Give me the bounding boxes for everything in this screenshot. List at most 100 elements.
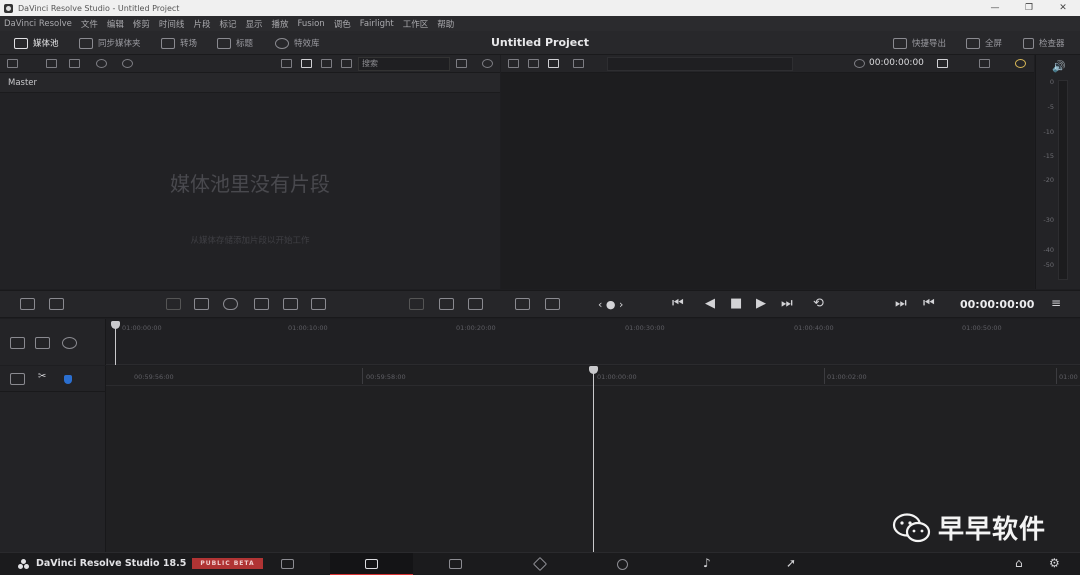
color-page-icon[interactable] xyxy=(617,559,628,570)
menu-color[interactable]: 调色 xyxy=(334,18,351,30)
menu-fusion[interactable]: Fusion xyxy=(298,19,325,29)
minimize-button[interactable]: — xyxy=(978,0,1012,16)
close-button[interactable]: ✕ xyxy=(1046,0,1080,16)
color-picker-icon[interactable] xyxy=(1015,59,1026,68)
edit-page-icon[interactable] xyxy=(449,559,462,569)
menu-timeline[interactable]: 时间线 xyxy=(159,18,185,30)
sidebar-toggle-icon[interactable] xyxy=(7,59,18,68)
stop-icon[interactable]: ■ xyxy=(730,296,742,311)
media-pool-area[interactable]: 媒体池里没有片段 从媒体存储添加片段以开始工作 xyxy=(0,93,500,289)
gallery-icon[interactable] xyxy=(468,298,483,310)
menu-edit[interactable]: 编辑 xyxy=(107,18,124,30)
quick-export-button[interactable]: 快捷导出 xyxy=(893,35,946,51)
bin-master[interactable]: Master xyxy=(0,73,500,93)
menu-view[interactable]: 显示 xyxy=(245,18,262,30)
color-wheel-icon[interactable] xyxy=(937,59,948,68)
menu-mark[interactable]: 标记 xyxy=(219,18,236,30)
list-view-icon[interactable] xyxy=(341,59,352,68)
video-viewer[interactable] xyxy=(501,73,1034,289)
sort-icon[interactable] xyxy=(456,59,467,68)
empty-pool-hint: 从媒体存储添加片段以开始工作 xyxy=(190,236,310,246)
jog-icon[interactable]: ‹ ● › xyxy=(598,298,623,311)
menu-file[interactable]: 文件 xyxy=(81,18,98,30)
camera-icon[interactable] xyxy=(10,373,25,385)
audio-meters: 🔊 0 -5 -10 -15 -20 -30 -40 -50 xyxy=(1035,55,1080,289)
edit-append-icon[interactable] xyxy=(311,298,326,310)
refresh-icon[interactable] xyxy=(96,59,107,68)
audio-meter-bar xyxy=(1058,80,1068,280)
link-icon[interactable] xyxy=(122,59,133,68)
safe-area-icon[interactable] xyxy=(573,59,584,68)
maximize-button[interactable]: ❐ xyxy=(1012,0,1046,16)
transport-timecode: 00:00:00:00 xyxy=(960,298,1035,311)
dual-view-icon[interactable] xyxy=(548,59,559,68)
thumbnail-view-icon[interactable] xyxy=(281,59,292,68)
deliver-page-icon[interactable]: ➚ xyxy=(786,556,796,570)
play-icon[interactable]: ▶ xyxy=(756,296,766,311)
new-timeline-icon[interactable] xyxy=(69,59,80,68)
next-edit-icon[interactable]: ⏭ xyxy=(895,296,907,311)
edit-top-icon[interactable] xyxy=(283,298,298,310)
overwrite-icon[interactable] xyxy=(49,298,64,310)
fusion-page-icon[interactable] xyxy=(532,556,548,572)
menu-trim[interactable]: 修剪 xyxy=(133,18,150,30)
play-through-icon[interactable] xyxy=(515,298,530,310)
inspector-button[interactable]: 检查器 xyxy=(1023,35,1065,51)
edit-replace-icon[interactable] xyxy=(223,298,238,310)
reverse-play-icon[interactable]: ◀ xyxy=(705,296,715,311)
skip-end-icon[interactable]: ⏭ xyxy=(781,296,793,311)
settings-sliders-icon[interactable] xyxy=(545,298,560,310)
fullscreen-button[interactable]: 全屏 xyxy=(966,35,1002,51)
upper-playhead[interactable] xyxy=(115,327,116,365)
wechat-icon xyxy=(892,512,931,542)
edit-fit-icon[interactable] xyxy=(254,298,269,310)
main-playhead[interactable] xyxy=(593,372,594,552)
loop-icon[interactable]: ⟲ xyxy=(813,296,824,311)
window-title-bar: DaVinci Resolve Studio - Untitled Projec… xyxy=(0,0,1080,16)
meter-label: -10 xyxy=(1043,128,1054,136)
viewer-timecode: 00:00:00:00 xyxy=(869,58,924,68)
audio-options-icon[interactable] xyxy=(35,337,50,349)
new-bin-icon[interactable] xyxy=(46,59,57,68)
menu-workspace[interactable]: 工作区 xyxy=(403,18,429,30)
match-frame-icon[interactable] xyxy=(409,298,424,310)
menu-help[interactable]: 帮助 xyxy=(437,18,454,30)
upper-timeline-ruler[interactable]: 01:00:00:00 01:00:10:00 01:00:20:00 01:0… xyxy=(106,319,1080,365)
menu-icon[interactable]: ≡ xyxy=(1051,296,1061,310)
insert-icon[interactable] xyxy=(20,298,35,310)
ruler-tick-label: 01:00:50:00 xyxy=(962,324,1002,332)
menu-clip[interactable]: 片段 xyxy=(193,18,210,30)
zoom-options-icon[interactable] xyxy=(62,337,77,349)
home-icon[interactable]: ⌂ xyxy=(1015,556,1023,570)
menu-bar: DaVinci Resolve 文件 编辑 修剪 时间线 片段 标记 显示 播放… xyxy=(0,16,1080,31)
image-icon[interactable] xyxy=(439,298,454,310)
timeline-view-icon[interactable] xyxy=(528,59,539,68)
source-view-icon[interactable] xyxy=(508,59,519,68)
speaker-icon[interactable]: 🔊 xyxy=(1052,60,1066,73)
app-icon xyxy=(4,3,13,13)
menu-fairlight[interactable]: Fairlight xyxy=(360,19,394,29)
skip-start-icon[interactable]: ⏮ xyxy=(672,296,684,311)
scissors-icon[interactable]: ✂ xyxy=(38,371,46,382)
cut-page-tab[interactable] xyxy=(330,553,413,575)
media-page-icon[interactable] xyxy=(281,559,294,569)
menu-davinci[interactable]: DaVinci Resolve xyxy=(4,19,72,29)
menu-playback[interactable]: 播放 xyxy=(271,18,288,30)
shield-icon[interactable] xyxy=(64,375,72,384)
grid-view-icon[interactable] xyxy=(301,59,312,68)
options-icon[interactable] xyxy=(482,59,493,68)
gear-icon[interactable]: ⚙ xyxy=(1049,556,1060,570)
clip-select-dropdown[interactable] xyxy=(607,57,793,71)
quick-export-label: 快捷导出 xyxy=(912,39,947,49)
fairlight-page-icon[interactable]: ♪ xyxy=(703,556,711,570)
prev-edit-icon[interactable]: ⏮ xyxy=(923,296,935,311)
search-input[interactable]: 搜索 xyxy=(358,57,450,71)
fullscreen-icon xyxy=(966,37,980,49)
edit-insert-icon[interactable] xyxy=(166,298,181,310)
edit-overwrite-icon[interactable] xyxy=(194,298,209,310)
meter-label: -15 xyxy=(1043,152,1054,160)
track-options-icon[interactable] xyxy=(10,337,25,349)
transform-icon[interactable] xyxy=(979,59,990,68)
page-navigation-bar: DaVinci Resolve Studio 18.5 PUBLIC BETA … xyxy=(0,552,1080,575)
filmstrip-view-icon[interactable] xyxy=(321,59,332,68)
